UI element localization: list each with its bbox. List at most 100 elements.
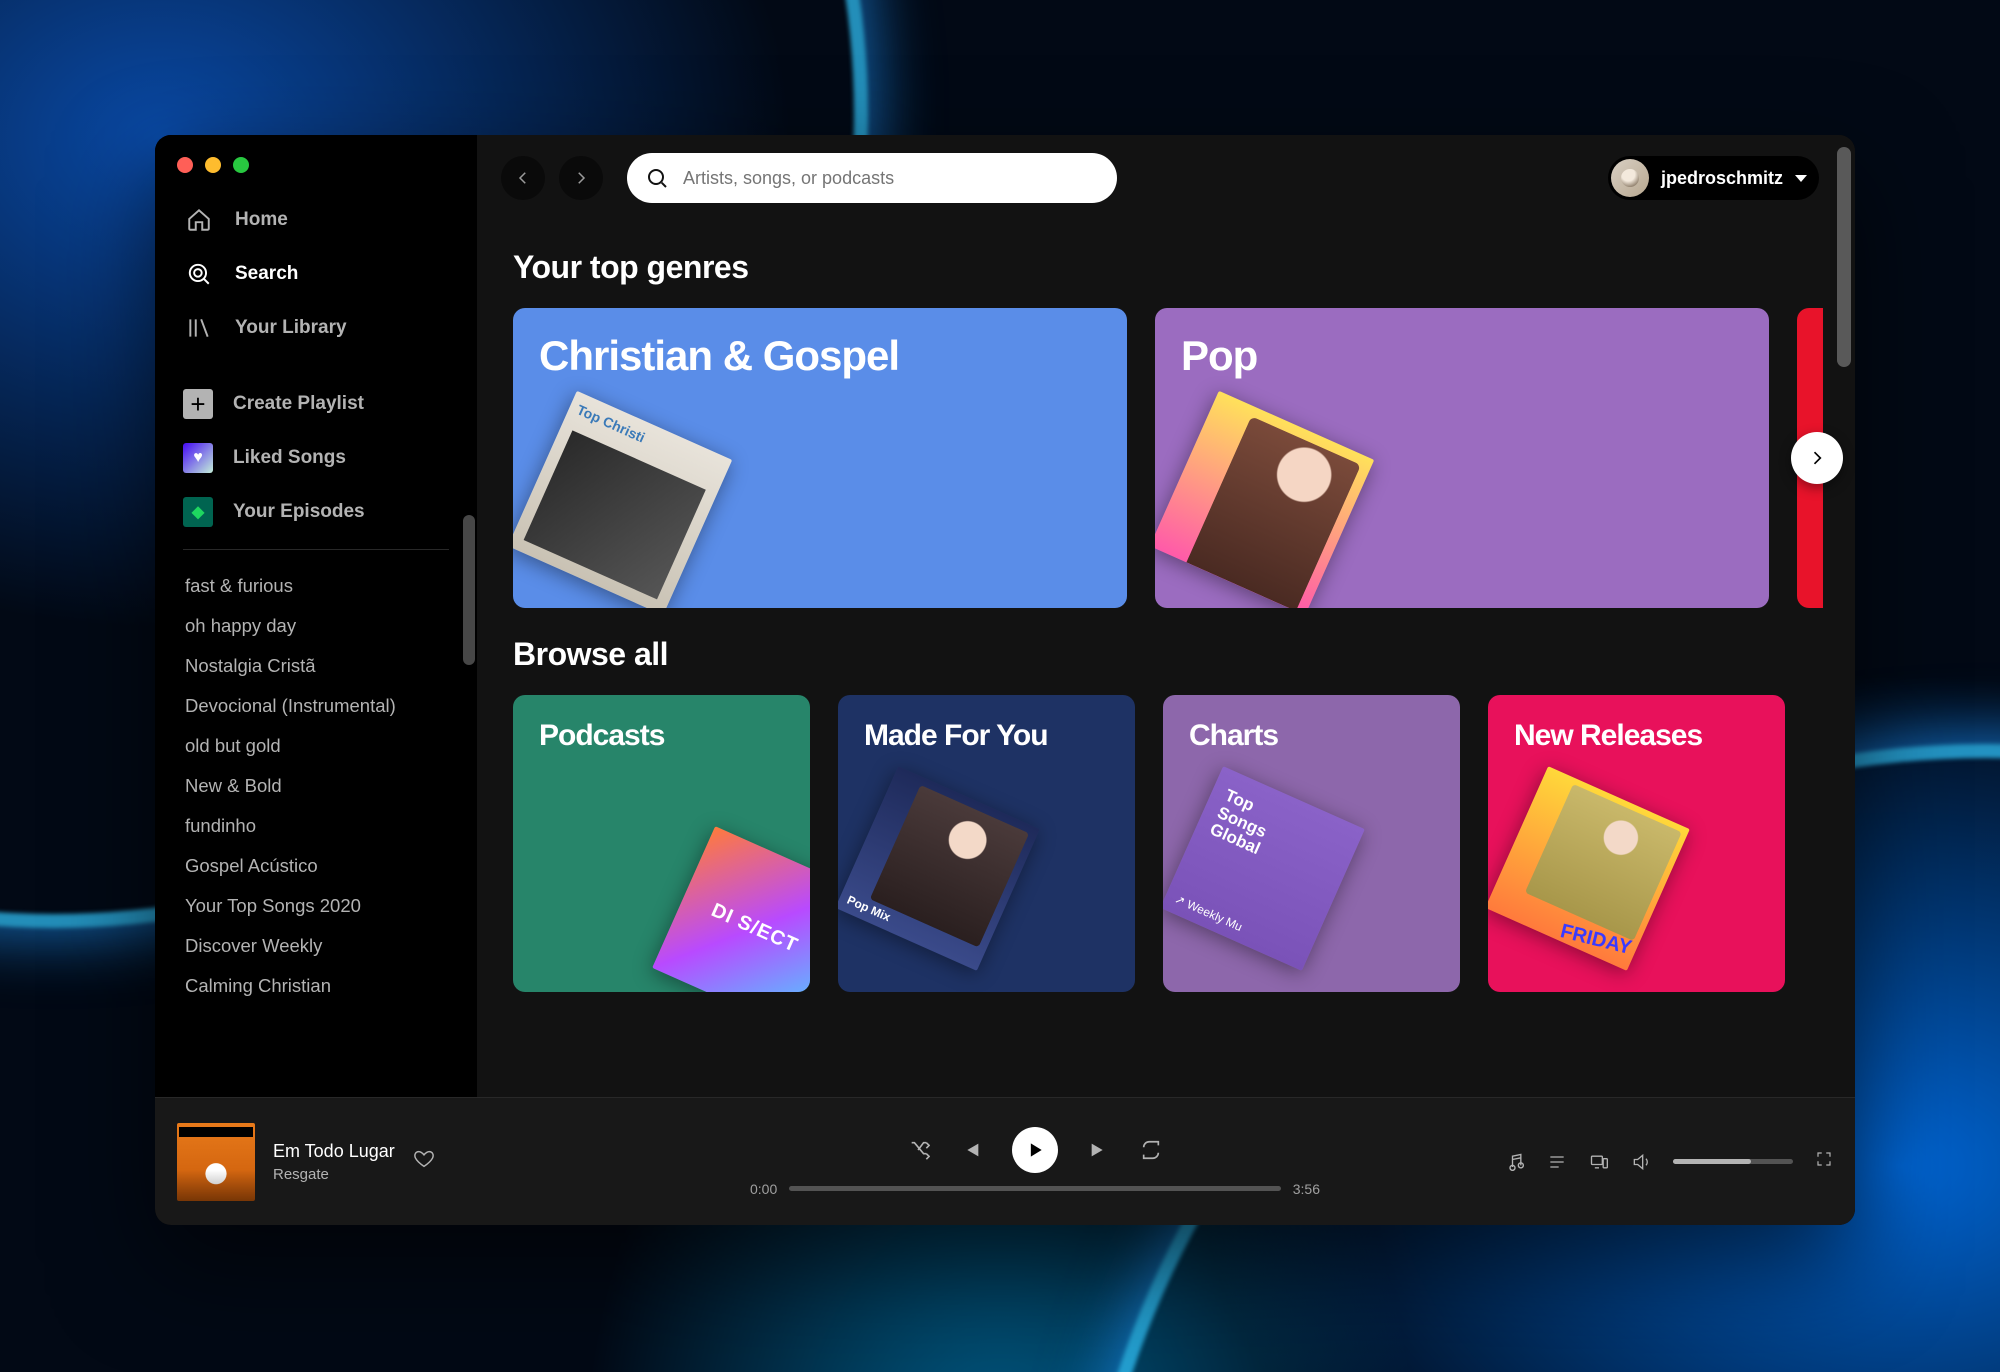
section-title-top-genres: Your top genres	[513, 249, 1819, 286]
window-minimize-button[interactable]	[205, 157, 221, 173]
search-icon	[645, 166, 669, 190]
nav-label: Search	[235, 263, 298, 285]
genre-cover-art	[1155, 391, 1374, 608]
play-button[interactable]	[1012, 1127, 1058, 1173]
next-button[interactable]	[1088, 1139, 1110, 1161]
browse-card-art	[838, 766, 1040, 971]
elapsed-time: 0:00	[750, 1181, 777, 1197]
playlist-list: fast & furiousoh happy dayNostalgia Cris…	[155, 560, 477, 1097]
repeat-button[interactable]	[1140, 1139, 1162, 1161]
nav-search[interactable]: Search	[169, 247, 463, 301]
chevron-right-icon	[572, 169, 590, 187]
search-input[interactable]	[683, 168, 1099, 189]
window-zoom-button[interactable]	[233, 157, 249, 173]
plus-icon: +	[183, 389, 213, 419]
chevron-down-icon	[1795, 175, 1807, 182]
window-close-button[interactable]	[177, 157, 193, 173]
player-bar: Em Todo Lugar Resgate 0:00	[155, 1097, 1855, 1225]
nav-label: Your Episodes	[233, 501, 365, 523]
genre-title: Pop	[1155, 308, 1769, 404]
search-icon	[183, 261, 215, 287]
sidebar-scrollbar[interactable]	[463, 515, 475, 665]
now-playing-artist[interactable]: Resgate	[273, 1166, 395, 1183]
heart-icon: ♥	[183, 443, 213, 473]
genre-card[interactable]: Christian & Gospel	[513, 308, 1127, 608]
genre-card[interactable]: Pop	[1155, 308, 1769, 608]
genre-cover-art	[513, 391, 732, 608]
like-track-button[interactable]	[413, 1148, 435, 1175]
duration-time: 3:56	[1293, 1181, 1320, 1197]
volume-slider[interactable]	[1673, 1159, 1793, 1164]
browse-card-art	[652, 826, 810, 992]
nav-label: Home	[235, 209, 288, 231]
shuffle-button[interactable]	[908, 1139, 930, 1161]
browse-card[interactable]: Podcasts	[513, 695, 810, 992]
topbar: jpedroschmitz	[477, 135, 1855, 221]
browse-card-title: Charts	[1163, 695, 1460, 777]
playlist-item[interactable]: Devocional (Instrumental)	[155, 686, 477, 726]
playback-controls: 0:00 3:56	[597, 1127, 1473, 1197]
top-genres-row: Christian & Gospel Pop	[513, 308, 1819, 608]
playlist-item[interactable]: fast & furious	[155, 566, 477, 606]
playlist-item[interactable]: fundinho	[155, 806, 477, 846]
liked-songs-button[interactable]: ♥ Liked Songs	[169, 431, 463, 485]
home-icon	[183, 207, 215, 233]
playlist-item[interactable]: Calming Christian	[155, 966, 477, 1006]
previous-button[interactable]	[960, 1139, 982, 1161]
browse-card[interactable]: Charts	[1163, 695, 1460, 992]
browse-card[interactable]: Made For You	[838, 695, 1135, 992]
user-menu-button[interactable]: jpedroschmitz	[1608, 156, 1819, 200]
fullscreen-button[interactable]	[1815, 1150, 1833, 1173]
content-scrollbar[interactable]	[1837, 147, 1851, 367]
bookmark-icon: ◆	[183, 497, 213, 527]
window-controls	[155, 153, 477, 193]
progress-bar[interactable]	[789, 1186, 1281, 1191]
playlist-item[interactable]: Nostalgia Cristã	[155, 646, 477, 686]
search-field-container[interactable]	[627, 153, 1117, 203]
nav-label: Liked Songs	[233, 447, 346, 469]
play-icon	[1025, 1140, 1045, 1160]
playlist-item[interactable]: Discover Weekly	[155, 926, 477, 966]
primary-nav: Home Search Your Library	[155, 193, 477, 355]
volume-fill	[1673, 1159, 1751, 1164]
volume-button[interactable]	[1631, 1152, 1651, 1172]
playlist-item[interactable]: Your Top Songs 2020	[155, 886, 477, 926]
carousel-next-button[interactable]	[1791, 432, 1843, 484]
app-window: Home Search Your Library	[155, 135, 1855, 1225]
queue-button[interactable]	[1547, 1152, 1567, 1172]
nav-home[interactable]: Home	[169, 193, 463, 247]
chevron-left-icon	[514, 169, 532, 187]
browse-card-art	[1163, 766, 1365, 971]
now-playing: Em Todo Lugar Resgate	[177, 1123, 597, 1201]
nav-label: Create Playlist	[233, 393, 364, 415]
chevron-right-icon	[1807, 448, 1827, 468]
library-icon	[183, 315, 215, 341]
nav-forward-button[interactable]	[559, 156, 603, 200]
devices-button[interactable]	[1589, 1152, 1609, 1172]
playlist-item[interactable]: New & Bold	[155, 766, 477, 806]
genre-title: Christian & Gospel	[513, 308, 1127, 404]
browse-card-title: Podcasts	[513, 695, 810, 777]
browse-all-row: Podcasts Made For You Charts New Releases	[513, 695, 1819, 992]
now-playing-cover[interactable]	[177, 1123, 255, 1201]
username: jpedroschmitz	[1661, 168, 1783, 189]
aux-controls	[1473, 1150, 1833, 1173]
browse-card-title: New Releases	[1488, 695, 1785, 777]
playlist-item[interactable]: old but gold	[155, 726, 477, 766]
nav-label: Your Library	[235, 317, 347, 339]
nav-back-button[interactable]	[501, 156, 545, 200]
avatar	[1611, 159, 1649, 197]
browse-card[interactable]: New Releases	[1488, 695, 1785, 992]
lyrics-button[interactable]	[1505, 1152, 1525, 1172]
browse-card-title: Made For You	[838, 695, 1135, 777]
playlist-item[interactable]: Gospel Acústico	[155, 846, 477, 886]
playlist-item[interactable]: oh happy day	[155, 606, 477, 646]
your-episodes-button[interactable]: ◆ Your Episodes	[169, 485, 463, 539]
secondary-nav: + Create Playlist ♥ Liked Songs ◆ Your E…	[155, 377, 477, 539]
browse-card-art	[1488, 766, 1690, 971]
create-playlist-button[interactable]: + Create Playlist	[169, 377, 463, 431]
nav-library[interactable]: Your Library	[169, 301, 463, 355]
content-area: jpedroschmitz Your top genres Christian …	[477, 135, 1855, 1097]
heart-icon	[413, 1148, 435, 1170]
now-playing-title[interactable]: Em Todo Lugar	[273, 1141, 395, 1162]
